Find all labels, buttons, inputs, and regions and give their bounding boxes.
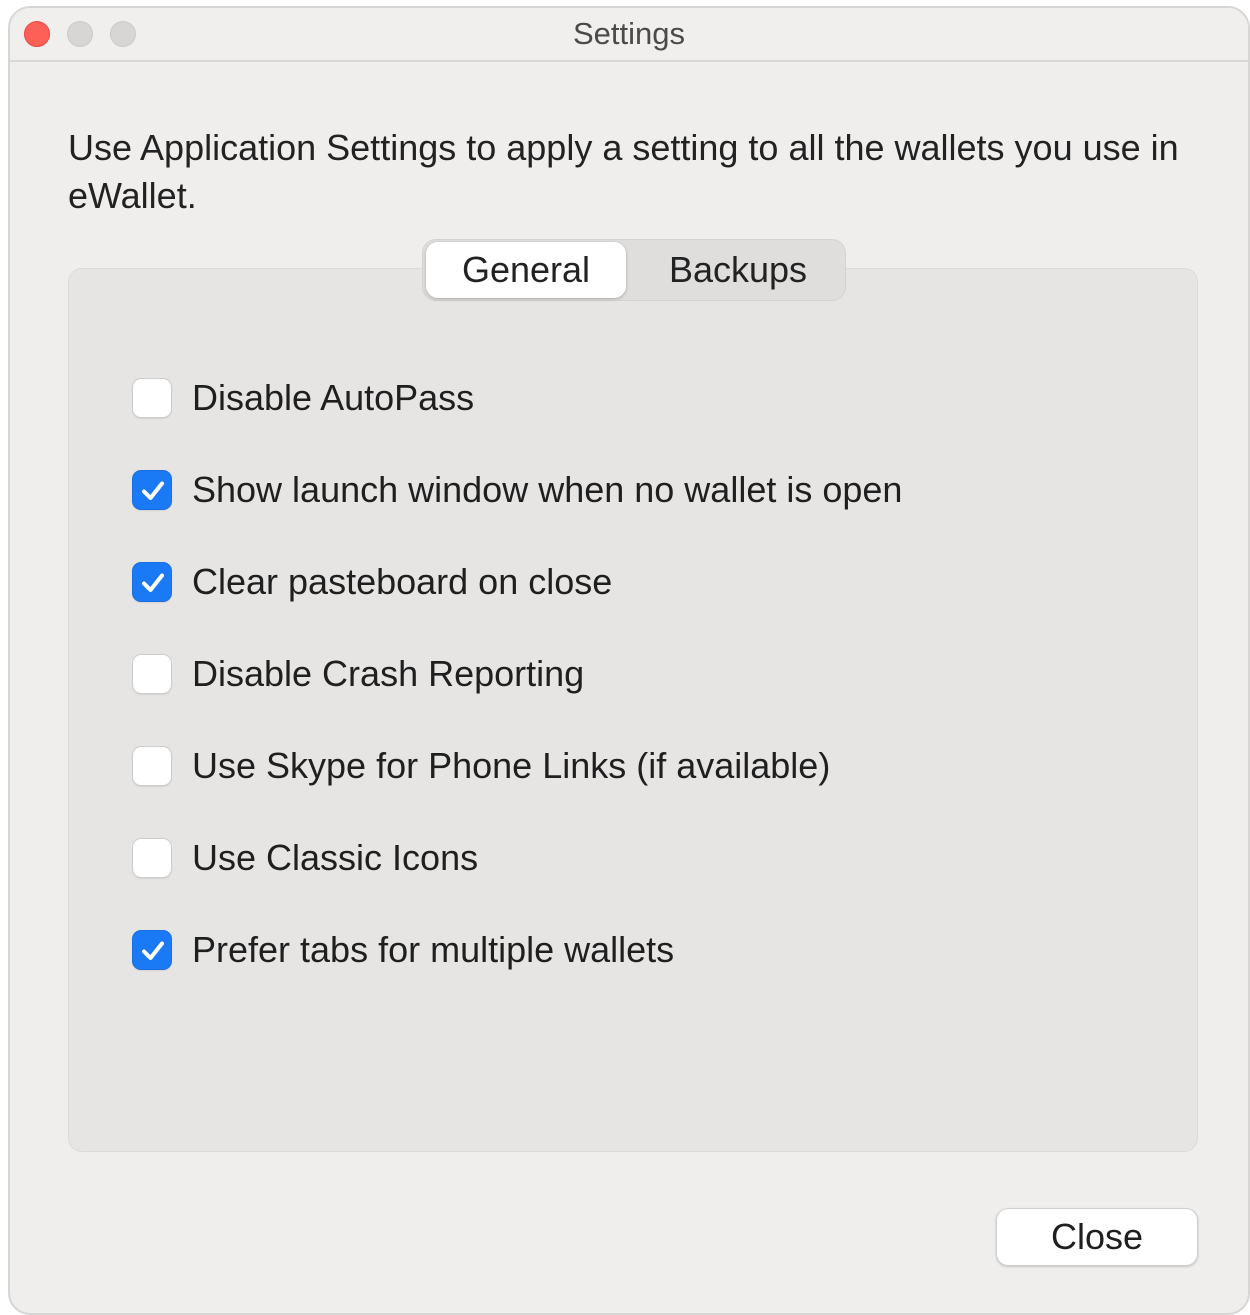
checkbox-checked[interactable]: [132, 930, 172, 970]
option-label: Use Classic Icons: [192, 837, 479, 878]
window-title: Settings: [572, 16, 685, 51]
checkbox-checked[interactable]: [132, 470, 172, 510]
checkmark-icon: [142, 481, 164, 500]
checkmark-icon: [142, 573, 164, 592]
tab-bar: General Backups: [422, 239, 846, 301]
option-label: Prefer tabs for multiple wallets: [192, 929, 675, 970]
checkbox[interactable]: [132, 838, 172, 878]
checkbox-checked[interactable]: [132, 562, 172, 602]
title-bar: Settings: [10, 8, 1248, 62]
option-label: Show launch window when no wallet is ope…: [192, 469, 903, 510]
checkmark-icon: [142, 941, 164, 960]
option-label: Clear pasteboard on close: [192, 561, 613, 602]
settings-window: Settings Use Application Settings to app…: [8, 6, 1250, 1315]
checkbox[interactable]: [132, 746, 172, 786]
close-button[interactable]: Close: [996, 1208, 1198, 1266]
tab-backups[interactable]: Backups: [633, 242, 843, 298]
option-label: Use Skype for Phone Links (if available): [192, 745, 831, 786]
checkbox[interactable]: [132, 378, 172, 418]
checkbox[interactable]: [132, 654, 172, 694]
tab-general[interactable]: General: [426, 242, 626, 298]
option-label: Disable Crash Reporting: [192, 653, 585, 694]
settings-description: Use Application Settings to apply a sett…: [68, 127, 1179, 216]
option-label: Disable AutoPass: [192, 377, 475, 418]
